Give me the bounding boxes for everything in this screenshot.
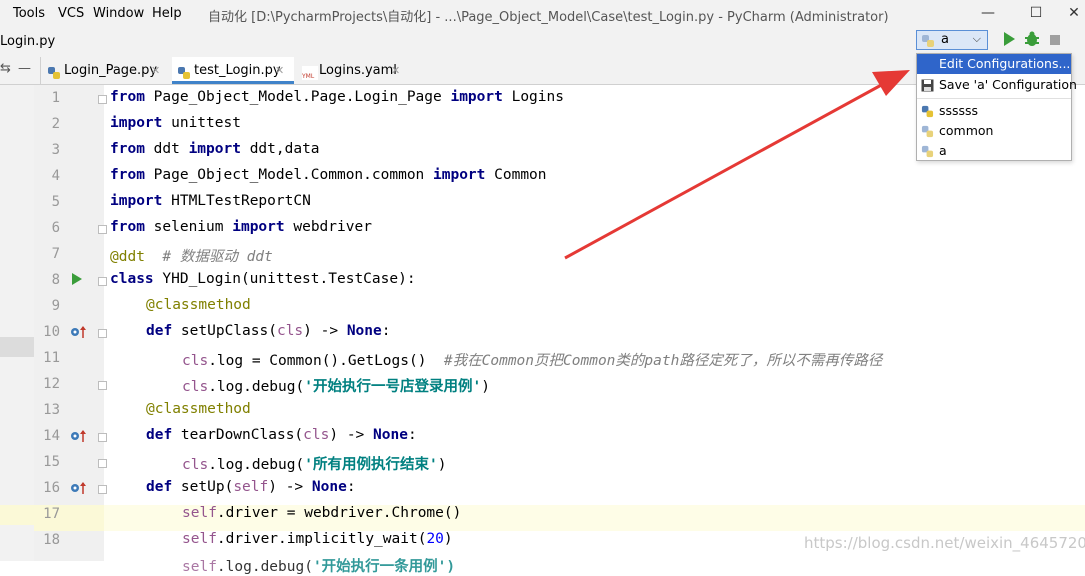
run-configuration-dropdown: Edit Configurations... Save 'a' Configur…	[916, 53, 1077, 161]
watermark: https://blog.csdn.net/weixin_46457203	[804, 534, 1085, 552]
python-icon	[921, 144, 934, 164]
menu-separator	[917, 98, 1071, 99]
config-item-a[interactable]: a	[917, 141, 1071, 161]
config-item-common[interactable]: common	[917, 121, 1071, 141]
save-icon	[921, 78, 934, 98]
save-configuration-item[interactable]: Save 'a' Configuration	[917, 75, 1077, 98]
config-item-ssssss[interactable]: ssssss	[917, 101, 1071, 121]
edit-configurations-item[interactable]: Edit Configurations...	[917, 54, 1071, 74]
